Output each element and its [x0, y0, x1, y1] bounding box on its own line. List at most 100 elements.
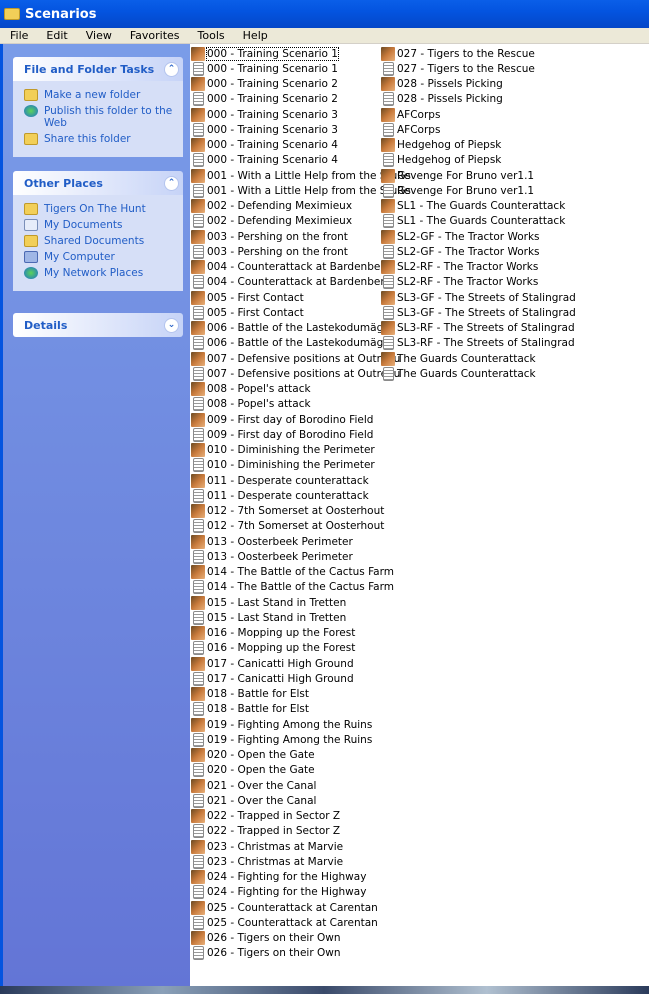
- file-item[interactable]: 028 - Pissels Picking: [381, 77, 503, 92]
- file-item[interactable]: SL2-GF - The Tractor Works: [381, 229, 540, 244]
- file-item[interactable]: 021 - Over the Canal: [191, 793, 316, 808]
- file-item[interactable]: 007 - Defensive positions at Outreau: [191, 366, 400, 381]
- place-my-computer[interactable]: My Computer: [24, 251, 173, 263]
- collapse-icon[interactable]: ⌃: [164, 61, 179, 77]
- file-item[interactable]: 016 - Mopping up the Forest: [191, 626, 355, 641]
- menu-help[interactable]: Help: [233, 29, 276, 42]
- menu-tools[interactable]: Tools: [188, 29, 233, 42]
- place-tigers-on-the-hunt[interactable]: Tigers On The Hunt: [24, 203, 173, 215]
- file-item[interactable]: 002 - Defending Meximieux: [191, 214, 352, 229]
- file-item[interactable]: AFCorps: [381, 122, 440, 137]
- file-item[interactable]: Revenge For Bruno ver1.1: [381, 183, 534, 198]
- file-item[interactable]: 023 - Christmas at Marvie: [191, 839, 343, 854]
- file-item[interactable]: 000 - Training Scenario 1: [191, 61, 338, 76]
- file-item[interactable]: 027 - Tigers to the Rescue: [381, 46, 535, 61]
- place-shared-documents[interactable]: Shared Documents: [24, 235, 173, 247]
- file-item[interactable]: 008 - Popel's attack: [191, 382, 311, 397]
- file-item[interactable]: 012 - 7th Somerset at Oosterhout: [191, 519, 384, 534]
- file-item[interactable]: 013 - Oosterbeek Perimeter: [191, 549, 353, 564]
- file-item[interactable]: 025 - Counterattack at Carentan: [191, 915, 378, 930]
- title-bar[interactable]: Scenarios: [0, 0, 649, 28]
- file-item[interactable]: 003 - Pershing on the front: [191, 229, 348, 244]
- file-item[interactable]: 012 - 7th Somerset at Oosterhout: [191, 504, 384, 519]
- file-item[interactable]: 019 - Fighting Among the Ruins: [191, 732, 372, 747]
- file-item[interactable]: Revenge For Bruno ver1.1: [381, 168, 534, 183]
- file-item[interactable]: 018 - Battle for Elst: [191, 687, 309, 702]
- file-item[interactable]: 018 - Battle for Elst: [191, 702, 309, 717]
- file-item[interactable]: 015 - Last Stand in Tretten: [191, 595, 346, 610]
- file-item[interactable]: 013 - Oosterbeek Perimeter: [191, 534, 353, 549]
- file-item[interactable]: 006 - Battle of the Lastekodumägi: [191, 336, 386, 351]
- file-item[interactable]: 001 - With a Little Help from the StuGs: [191, 168, 411, 183]
- file-item[interactable]: SL3-RF - The Streets of Stalingrad: [381, 321, 575, 336]
- file-item[interactable]: 026 - Tigers on their Own: [191, 931, 341, 946]
- menu-view[interactable]: View: [76, 29, 120, 42]
- file-item[interactable]: Hedgehog of Piepsk: [381, 153, 501, 168]
- file-item[interactable]: 022 - Trapped in Sector Z: [191, 809, 340, 824]
- file-item[interactable]: 010 - Diminishing the Perimeter: [191, 443, 375, 458]
- share-folder-link[interactable]: Share this folder: [24, 133, 173, 145]
- file-item[interactable]: 005 - First Contact: [191, 305, 304, 320]
- file-item[interactable]: 004 - Counterattack at Bardenberg: [191, 275, 391, 290]
- file-item[interactable]: 007 - Defensive positions at Outreau: [191, 351, 400, 366]
- file-item[interactable]: The Guards Counterattack: [381, 366, 536, 381]
- file-item[interactable]: 003 - Pershing on the front: [191, 244, 348, 259]
- file-item[interactable]: SL3-RF - The Streets of Stalingrad: [381, 336, 575, 351]
- expand-icon[interactable]: ⌄: [164, 317, 179, 333]
- menu-file[interactable]: File: [0, 29, 36, 42]
- place-my-documents[interactable]: My Documents: [24, 219, 173, 231]
- menu-edit[interactable]: Edit: [36, 29, 75, 42]
- file-item[interactable]: 000 - Training Scenario 4: [191, 138, 338, 153]
- file-item[interactable]: 011 - Desperate counterattack: [191, 473, 369, 488]
- file-item[interactable]: 000 - Training Scenario 2: [191, 77, 338, 92]
- file-item[interactable]: 016 - Mopping up the Forest: [191, 641, 355, 656]
- file-item[interactable]: 001 - With a Little Help from the StuGs: [191, 183, 411, 198]
- file-item[interactable]: 024 - Fighting for the Highway: [191, 885, 366, 900]
- file-item[interactable]: 002 - Defending Meximieux: [191, 199, 352, 214]
- file-item[interactable]: 026 - Tigers on their Own: [191, 946, 341, 961]
- file-item[interactable]: 000 - Training Scenario 3: [191, 122, 338, 137]
- file-item[interactable]: 017 - Canicatti High Ground: [191, 656, 354, 671]
- file-item[interactable]: 014 - The Battle of the Cactus Farm: [191, 580, 394, 595]
- file-item[interactable]: 028 - Pissels Picking: [381, 92, 503, 107]
- file-item[interactable]: Hedgehog of Piepsk: [381, 138, 501, 153]
- file-item[interactable]: 005 - First Contact: [191, 290, 304, 305]
- file-item[interactable]: 009 - First day of Borodino Field: [191, 412, 373, 427]
- file-item[interactable]: 014 - The Battle of the Cactus Farm: [191, 565, 394, 580]
- file-item[interactable]: 010 - Diminishing the Perimeter: [191, 458, 375, 473]
- file-item[interactable]: 011 - Desperate counterattack: [191, 488, 369, 503]
- panel-header[interactable]: Details ⌄: [13, 313, 183, 337]
- file-item[interactable]: 019 - Fighting Among the Ruins: [191, 717, 372, 732]
- publish-folder-link[interactable]: Publish this folder to the Web: [24, 105, 173, 129]
- file-item[interactable]: SL1 - The Guards Counterattack: [381, 199, 565, 214]
- file-item[interactable]: SL2-GF - The Tractor Works: [381, 244, 540, 259]
- file-item[interactable]: 000 - Training Scenario 3: [191, 107, 338, 122]
- file-item[interactable]: 000 - Training Scenario 2: [191, 92, 338, 107]
- collapse-icon[interactable]: ⌃: [164, 175, 179, 191]
- menu-favorites[interactable]: Favorites: [120, 29, 188, 42]
- file-item[interactable]: 022 - Trapped in Sector Z: [191, 824, 340, 839]
- file-item[interactable]: 017 - Canicatti High Ground: [191, 671, 354, 686]
- file-item[interactable]: SL2-RF - The Tractor Works: [381, 275, 538, 290]
- file-item[interactable]: SL3-GF - The Streets of Stalingrad: [381, 290, 576, 305]
- file-item[interactable]: 009 - First day of Borodino Field: [191, 427, 373, 442]
- panel-header[interactable]: Other Places ⌃: [13, 171, 183, 195]
- file-item[interactable]: 000 - Training Scenario 4: [191, 153, 338, 168]
- file-item[interactable]: 020 - Open the Gate: [191, 748, 315, 763]
- file-item[interactable]: 025 - Counterattack at Carentan: [191, 900, 378, 915]
- file-item[interactable]: SL2-RF - The Tractor Works: [381, 260, 538, 275]
- file-item[interactable]: 008 - Popel's attack: [191, 397, 311, 412]
- file-item[interactable]: 000 - Training Scenario 1: [191, 46, 339, 61]
- panel-header[interactable]: File and Folder Tasks ⌃: [13, 57, 183, 81]
- file-item[interactable]: 023 - Christmas at Marvie: [191, 854, 343, 869]
- file-item[interactable]: 004 - Counterattack at Bardenberg: [191, 260, 391, 275]
- file-item[interactable]: 027 - Tigers to the Rescue: [381, 61, 535, 76]
- file-item[interactable]: SL1 - The Guards Counterattack: [381, 214, 565, 229]
- file-item[interactable]: AFCorps: [381, 107, 440, 122]
- file-item[interactable]: The Guards Counterattack: [381, 351, 536, 366]
- file-item[interactable]: 006 - Battle of the Lastekodumägi: [191, 321, 386, 336]
- file-item[interactable]: 024 - Fighting for the Highway: [191, 870, 366, 885]
- make-new-folder-link[interactable]: Make a new folder: [24, 89, 173, 101]
- file-item[interactable]: 020 - Open the Gate: [191, 763, 315, 778]
- place-my-network-places[interactable]: My Network Places: [24, 267, 173, 279]
